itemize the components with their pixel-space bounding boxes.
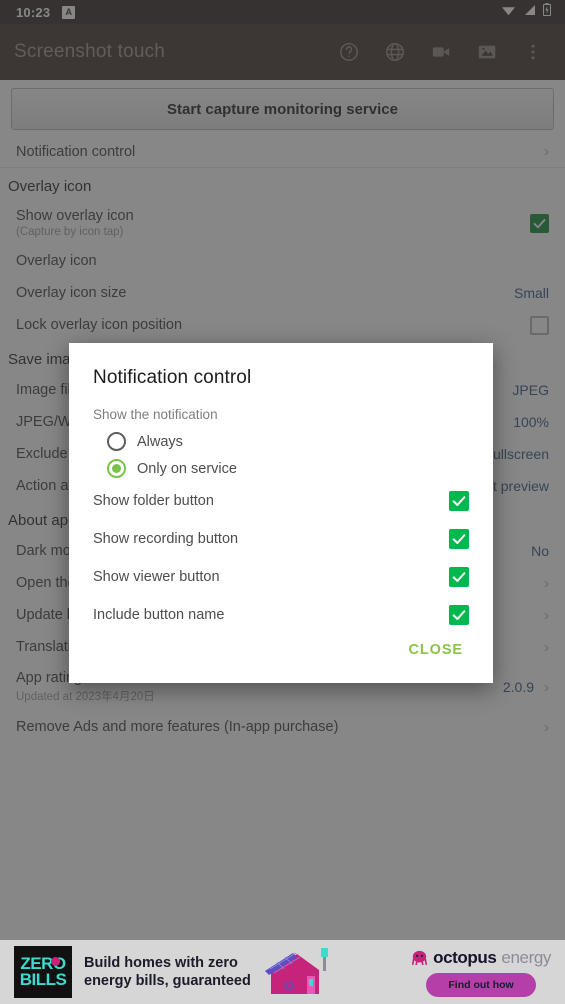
find-out-how-button[interactable]: Find out how — [426, 972, 536, 997]
dialog-body: Show the notification Always Only on ser… — [69, 389, 493, 634]
checkbox-show-recording-button[interactable] — [449, 529, 469, 549]
octopus-energy-logo: octopus energy — [411, 948, 551, 968]
option-show-recording-button[interactable]: Show recording button — [93, 520, 469, 558]
notification-control-dialog: Notification control Show the notificati… — [69, 343, 493, 683]
checkbox-include-button-name[interactable] — [449, 605, 469, 625]
advertiser-block: octopus energy Find out how — [411, 948, 551, 997]
solar-house-illustration-icon — [263, 944, 341, 1000]
brand-name-bold: octopus — [433, 947, 497, 967]
checkbox-show-viewer-button[interactable] — [449, 567, 469, 587]
octopus-icon — [412, 950, 428, 965]
ad-headline: Build homes with zero energy bills, guar… — [84, 954, 251, 990]
phone-screen: 10:23 A Screenshot touch — [0, 0, 565, 1004]
radio-label: Only on service — [137, 460, 237, 477]
option-label: Include button name — [93, 607, 225, 623]
radio-option-always[interactable]: Always — [93, 428, 469, 455]
checkbox-show-folder-button[interactable] — [449, 491, 469, 511]
logo-dot — [51, 957, 60, 966]
option-label: Show recording button — [93, 531, 239, 547]
logo-line-2: BILLS — [19, 970, 67, 989]
ad-banner[interactable]: ZERO BILLS Build homes with zero energy … — [0, 940, 565, 1004]
close-button[interactable]: CLOSE — [403, 634, 469, 666]
zero-bills-logo-icon: ZERO BILLS — [14, 946, 72, 998]
ad-headline-line-2: energy bills, guaranteed — [84, 973, 251, 989]
option-show-viewer-button[interactable]: Show viewer button — [93, 558, 469, 596]
option-show-folder-button[interactable]: Show folder button — [93, 482, 469, 520]
ad-headline-line-1: Build homes with zero — [84, 954, 238, 971]
radio-button-selected-icon[interactable] — [107, 459, 126, 478]
dialog-actions: CLOSE — [69, 634, 493, 686]
radio-button-icon[interactable] — [107, 432, 126, 451]
brand-name-light: energy — [501, 947, 551, 967]
radio-option-only-on-service[interactable]: Only on service — [93, 455, 469, 482]
radio-group-label: Show the notification — [93, 407, 218, 422]
option-label: Show viewer button — [93, 569, 220, 585]
option-include-button-name[interactable]: Include button name — [93, 596, 469, 634]
option-label: Show folder button — [93, 493, 214, 509]
radio-label: Always — [137, 433, 183, 450]
dialog-title: Notification control — [93, 367, 252, 388]
